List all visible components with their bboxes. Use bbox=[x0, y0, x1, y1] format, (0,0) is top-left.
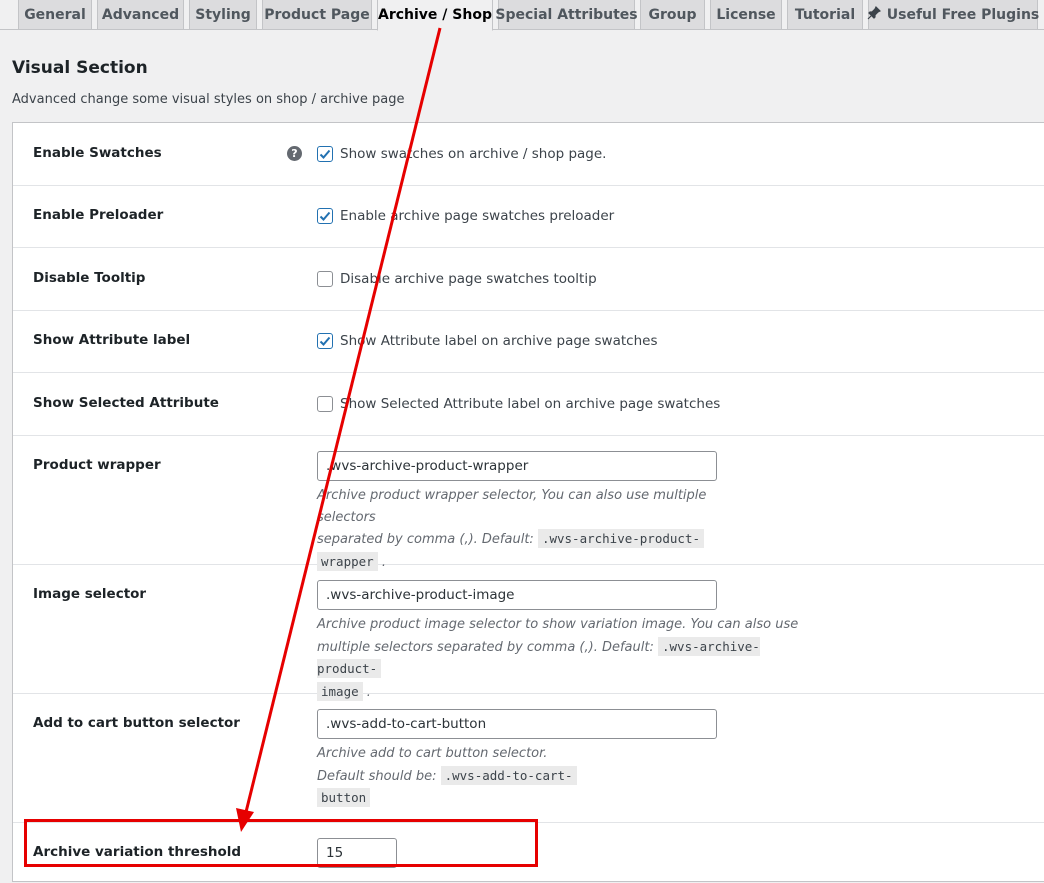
description-text: Archive product wrapper selector, You ca… bbox=[317, 488, 707, 525]
tab-label: License bbox=[716, 6, 776, 23]
tab-label: Styling bbox=[195, 6, 251, 23]
annotation-highlight-box bbox=[24, 819, 538, 867]
row-image-selector: Image selector Archive product image sel… bbox=[13, 565, 1044, 701]
enable-preloader-checkbox[interactable] bbox=[317, 208, 333, 224]
tab-product-page[interactable]: Product Page bbox=[262, 0, 372, 30]
row-add-to-cart-selector: Add to cart button selector Archive add … bbox=[13, 694, 1044, 823]
checkbox-label: Show Attribute label on archive page swa… bbox=[340, 333, 658, 349]
default-value-code: button bbox=[317, 788, 371, 807]
tab-tutorial[interactable]: Tutorial bbox=[787, 0, 863, 30]
setting-label: Disable Tooltip bbox=[33, 270, 146, 286]
setting-label: Show Attribute label bbox=[33, 332, 191, 348]
setting-label: Product wrapper bbox=[33, 457, 161, 473]
tab-special-attributes[interactable]: Special Attributes bbox=[495, 0, 638, 30]
tab-label: Advanced bbox=[101, 6, 180, 23]
checkmark-icon bbox=[319, 149, 331, 159]
checkmark-icon bbox=[319, 336, 331, 346]
tab-label: Special Attributes bbox=[495, 6, 638, 23]
row-enable-swatches: Enable Swatches ? Show swatches on archi… bbox=[13, 123, 1044, 186]
default-value-code: .wvs-add-to-cart- bbox=[440, 765, 577, 785]
section-description: Advanced change some visual styles on sh… bbox=[12, 92, 405, 107]
setting-label: Show Selected Attribute bbox=[33, 395, 219, 411]
tab-license[interactable]: License bbox=[710, 0, 782, 30]
tab-general[interactable]: General bbox=[18, 0, 92, 30]
description-text: multiple selectors separated by comma (,… bbox=[317, 639, 654, 655]
tab-label: Tutorial bbox=[794, 6, 856, 23]
plug-icon bbox=[867, 5, 881, 24]
tab-archive-shop[interactable]: Archive / Shop bbox=[377, 0, 493, 31]
setting-label: Enable Swatches bbox=[33, 145, 162, 161]
product-wrapper-input[interactable] bbox=[317, 451, 717, 481]
checkbox-label: Enable archive page swatches preloader bbox=[340, 208, 615, 224]
tab-group[interactable]: Group bbox=[640, 0, 705, 30]
show-selected-attribute-checkbox[interactable] bbox=[317, 396, 333, 412]
checkbox-label: Show Selected Attribute label on archive… bbox=[340, 396, 721, 412]
checkmark-icon bbox=[319, 211, 331, 221]
tab-advanced[interactable]: Advanced bbox=[97, 0, 184, 30]
enable-swatches-checkbox[interactable] bbox=[317, 146, 333, 162]
checkbox-label: Show swatches on archive / shop page. bbox=[340, 146, 607, 162]
question-circle-icon[interactable]: ? bbox=[287, 146, 302, 161]
row-disable-tooltip: Disable Tooltip Disable archive page swa… bbox=[13, 248, 1044, 311]
disable-tooltip-checkbox[interactable] bbox=[317, 271, 333, 287]
description-text: Default should be: bbox=[317, 768, 437, 784]
settings-table: Enable Swatches ? Show swatches on archi… bbox=[12, 122, 1044, 882]
setting-label: Enable Preloader bbox=[33, 207, 164, 223]
setting-label: Add to cart button selector bbox=[33, 715, 240, 731]
tab-label: General bbox=[24, 6, 86, 23]
tab-label: Product Page bbox=[264, 6, 370, 23]
show-attribute-label-checkbox[interactable] bbox=[317, 333, 333, 349]
field-description: Archive product image selector to show v… bbox=[317, 617, 799, 701]
setting-label: Image selector bbox=[33, 586, 147, 602]
tab-useful-free-plugins[interactable]: Useful Free Plugins bbox=[867, 0, 1040, 30]
tab-label: Archive / Shop bbox=[378, 7, 492, 23]
description-text: separated by comma (,). Default: bbox=[317, 532, 534, 547]
tab-label: Useful Free Plugins bbox=[886, 6, 1040, 23]
settings-tab-bar: General Advanced Styling Product Page Ar… bbox=[0, 0, 1044, 31]
image-selector-input[interactable] bbox=[317, 580, 717, 610]
tab-styling[interactable]: Styling bbox=[189, 0, 257, 30]
row-show-selected-attribute: Show Selected Attribute Show Selected At… bbox=[13, 373, 1044, 436]
section-title: Visual Section bbox=[12, 58, 148, 78]
field-description: Archive product wrapper selector, You ca… bbox=[317, 488, 707, 571]
description-text: Archive add to cart button selector. bbox=[317, 746, 548, 761]
field-description: Archive add to cart button selector. Def… bbox=[317, 743, 757, 810]
default-value-code: .wvs-archive-product- bbox=[537, 529, 704, 548]
checkbox-label: Disable archive page swatches tooltip bbox=[340, 271, 597, 287]
tab-label: Group bbox=[648, 6, 697, 23]
row-enable-preloader: Enable Preloader Enable archive page swa… bbox=[13, 186, 1044, 248]
description-text: Archive product image selector to show v… bbox=[317, 617, 799, 632]
row-product-wrapper: Product wrapper Archive product wrapper … bbox=[13, 436, 1044, 571]
add-to-cart-selector-input[interactable] bbox=[317, 709, 717, 739]
row-show-attribute-label: Show Attribute label Show Attribute labe… bbox=[13, 311, 1044, 373]
